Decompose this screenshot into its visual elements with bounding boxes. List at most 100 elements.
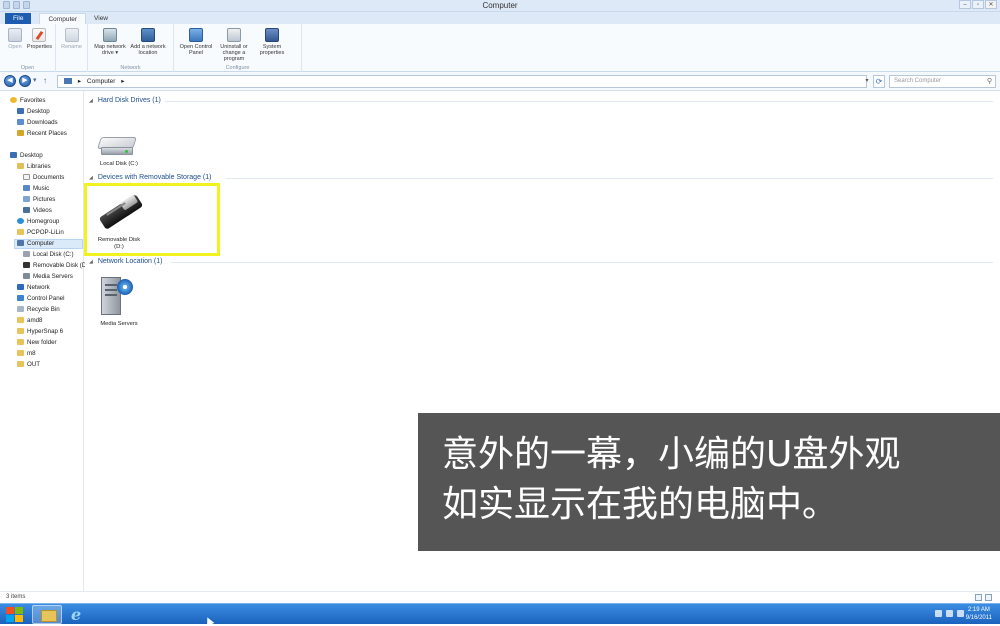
rename-icon	[64, 28, 79, 42]
window-title: Computer	[482, 1, 518, 10]
group-divider	[226, 178, 993, 179]
back-button[interactable]: ◀	[4, 75, 16, 87]
group-header-network-location[interactable]: ◢ Network Location (1)	[89, 258, 162, 265]
large-icons-view-icon[interactable]	[985, 594, 992, 601]
folder-icon	[17, 317, 24, 323]
taskbar-ie-button[interactable]: e	[64, 605, 94, 624]
tab-file[interactable]: File	[5, 13, 32, 24]
nav-item-pictures[interactable]: Pictures	[23, 196, 55, 204]
minimize-button[interactable]: –	[959, 0, 971, 9]
nav-item-downloads[interactable]: Downloads	[17, 119, 58, 127]
search-icon: ⚲	[986, 78, 992, 85]
nav-item-folder-hypersnap[interactable]: HyperSnap 6	[17, 328, 63, 336]
collapse-icon: ◢	[89, 175, 93, 181]
breadcrumb-separator[interactable]: ▸	[121, 78, 124, 85]
tray-flag-icon[interactable]	[935, 610, 942, 617]
media-server-icon	[23, 273, 30, 279]
address-box[interactable]: ▸ Computer ▸	[57, 75, 867, 88]
nav-item-network[interactable]: Network	[17, 284, 50, 292]
nav-item-folder-new[interactable]: New folder	[17, 339, 57, 347]
forward-button[interactable]: ▶	[19, 75, 31, 87]
breadcrumb-separator[interactable]: ▸	[78, 78, 81, 85]
nav-item-music[interactable]: Music	[23, 185, 49, 193]
nav-item-control-panel[interactable]: Control Panel	[17, 295, 65, 303]
nav-item-local-disk[interactable]: Local Disk (C:)	[23, 251, 74, 259]
up-button[interactable]: ↑	[43, 76, 47, 85]
group-divider	[165, 101, 993, 102]
collapse-icon: ◢	[89, 98, 93, 104]
computer-icon	[64, 78, 72, 84]
start-button[interactable]	[4, 606, 24, 623]
arrow-left-icon: ◀	[7, 77, 13, 84]
subtitle-overlay: 意外的一幕，小编的U盘外观 如实显示在我的电脑中。	[418, 413, 1000, 551]
taskbar-explorer-button[interactable]	[32, 605, 62, 624]
highlight-box	[84, 183, 220, 256]
recent-locations-dropdown[interactable]: ▾	[33, 76, 37, 84]
nav-item-favorites[interactable]: Favorites	[10, 97, 45, 105]
refresh-button[interactable]: ⟳	[873, 75, 885, 88]
maximize-button[interactable]: ▫	[972, 0, 984, 9]
search-input[interactable]: Search Computer ⚲	[889, 75, 996, 88]
desktop-icon	[10, 152, 17, 158]
network-tile-media-servers[interactable]: Media Servers	[91, 271, 147, 331]
nav-item-recent-places[interactable]: Recent Places	[17, 130, 67, 138]
group-header-removable[interactable]: ◢ Devices with Removable Storage (1)	[89, 174, 211, 181]
nav-item-user[interactable]: PCPOP-LiLin	[17, 229, 64, 237]
libraries-icon	[17, 163, 24, 169]
network-location-icon	[141, 28, 155, 42]
tab-view[interactable]: View	[86, 13, 116, 24]
homegroup-icon	[17, 218, 24, 224]
nav-item-desktop-fav[interactable]: Desktop	[17, 108, 50, 116]
nav-item-media-servers[interactable]: Media Servers	[23, 273, 73, 281]
nav-item-computer[interactable]: Computer	[14, 239, 83, 249]
tray-network-icon[interactable]	[946, 610, 953, 617]
nav-item-removable-disk[interactable]: Removable Disk (D	[23, 262, 86, 270]
ribbon-group-rename: Rename	[56, 24, 88, 72]
group-divider	[171, 262, 993, 263]
nav-item-folder-amd8[interactable]: amd8	[17, 317, 42, 325]
recent-places-icon	[17, 130, 24, 136]
tray-volume-icon[interactable]	[957, 610, 964, 617]
clock-time: 2:19 AM	[967, 607, 990, 613]
nav-item-folder-out[interactable]: OUT	[17, 361, 40, 369]
recycle-bin-icon	[17, 306, 24, 312]
uninstall-icon	[227, 28, 241, 42]
clock[interactable]: 2:19 AM 9/16/2011	[966, 606, 992, 622]
ribbon-tabs: File Computer View	[0, 12, 1000, 24]
properties-icon	[32, 28, 47, 42]
folder-icon	[17, 350, 24, 356]
nav-item-homegroup[interactable]: Homegroup	[17, 218, 59, 226]
videos-icon	[23, 207, 30, 213]
music-icon	[23, 185, 30, 191]
rename-button[interactable]: Rename	[59, 26, 84, 72]
computer-icon	[17, 240, 24, 246]
ribbon-group-label: Network	[120, 65, 141, 71]
open-icon	[7, 28, 22, 42]
drive-tile-local-disk[interactable]: Local Disk (C:)	[93, 131, 145, 171]
breadcrumb-computer[interactable]: Computer	[87, 78, 116, 85]
nav-item-folder-m8[interactable]: m8	[17, 350, 36, 358]
hard-drive-icon	[23, 251, 30, 257]
nav-item-documents[interactable]: Documents	[23, 174, 64, 182]
user-folder-icon	[17, 229, 24, 235]
ribbon-group-label: Configure	[225, 65, 250, 71]
collapse-icon: ◢	[89, 259, 93, 265]
folder-icon	[17, 328, 24, 334]
address-history-dropdown[interactable]: ▾	[863, 75, 871, 88]
nav-item-videos[interactable]: Videos	[23, 207, 52, 215]
control-panel-icon	[189, 28, 203, 42]
downloads-icon	[17, 119, 24, 125]
nav-item-libraries[interactable]: Libraries	[17, 163, 51, 171]
system-properties-icon	[265, 28, 279, 42]
details-view-icon[interactable]	[975, 594, 982, 601]
nav-item-desktop[interactable]: Desktop	[10, 152, 43, 160]
network-drive-icon	[103, 28, 117, 42]
group-header-hard-disk[interactable]: ◢ Hard Disk Drives (1)	[89, 97, 161, 104]
hard-drive-icon	[97, 137, 137, 159]
title-bar: Computer – ▫ ✕	[0, 0, 1000, 12]
close-button[interactable]: ✕	[985, 0, 997, 9]
subtitle-line-1: 意外的一幕，小编的U盘外观	[442, 434, 901, 475]
folder-icon	[17, 361, 24, 367]
tab-computer[interactable]: Computer	[39, 13, 87, 24]
nav-item-recycle-bin[interactable]: Recycle Bin	[17, 306, 60, 314]
